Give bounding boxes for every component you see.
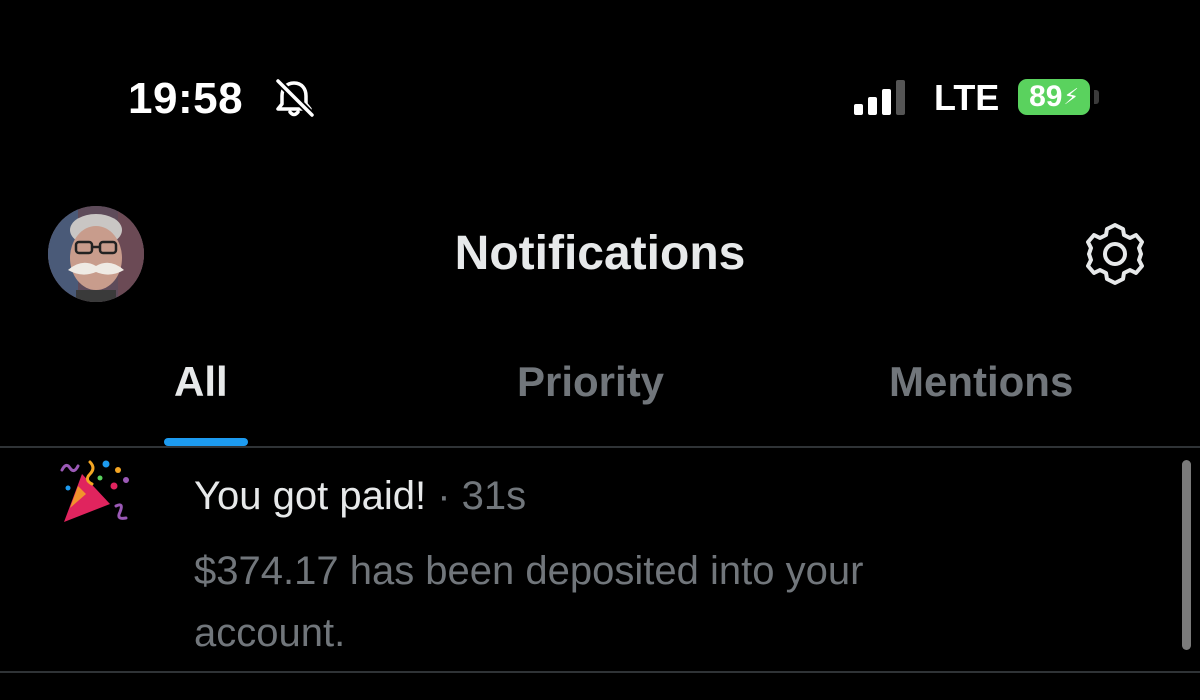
network-type: LTE <box>934 77 1000 118</box>
battery-cap <box>1094 90 1099 104</box>
notification-time: 31s <box>461 474 527 518</box>
page-title: Notifications <box>454 227 746 280</box>
party-popper-icon <box>60 460 129 522</box>
notification-title-line: You got paid! · 31s <box>194 474 526 519</box>
bell-slash-icon <box>275 78 315 118</box>
scrollbar[interactable] <box>1182 460 1191 650</box>
notification-title: You got paid! <box>194 474 427 518</box>
battery-indicator: 89 ⚡ <box>1018 79 1090 115</box>
notification-divider <box>0 671 1200 673</box>
tab-all[interactable]: All <box>174 358 228 406</box>
active-tab-indicator <box>164 438 248 446</box>
gear-icon[interactable] <box>1082 221 1148 287</box>
tab-priority[interactable]: Priority <box>517 358 664 406</box>
notification-separator: · <box>437 474 451 518</box>
status-time: 19:58 <box>128 74 244 123</box>
charging-bolt-icon: ⚡ <box>1063 84 1079 109</box>
notification-body: $374.17 has been deposited into your acc… <box>194 549 864 655</box>
signal-bars-icon <box>854 80 905 115</box>
tab-mentions[interactable]: Mentions <box>889 358 1073 406</box>
battery-level: 89 <box>1029 80 1063 113</box>
